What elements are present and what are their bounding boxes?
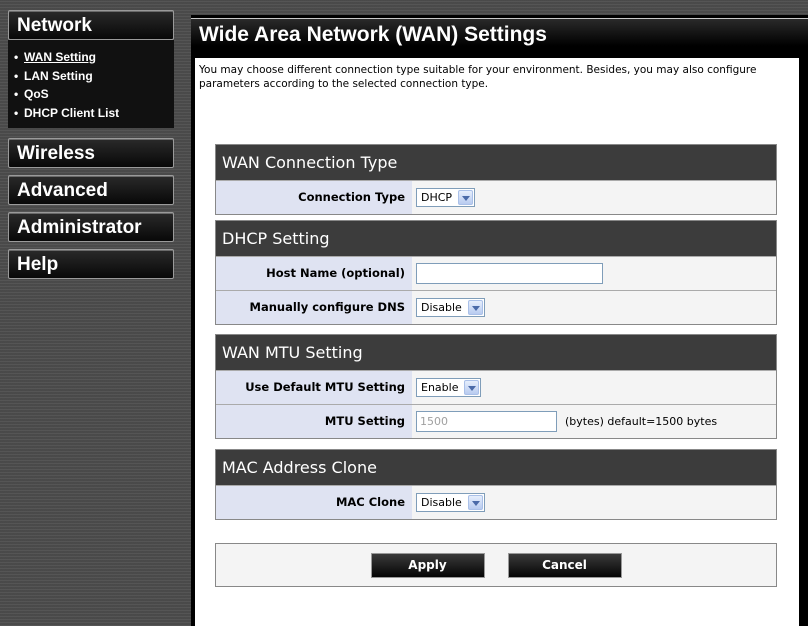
mtu-input[interactable] bbox=[416, 411, 557, 432]
content-area: You may choose different connection type… bbox=[195, 58, 799, 626]
page-title: Wide Area Network (WAN) Settings bbox=[191, 18, 808, 46]
mac-clone-section: MAC Address Clone MAC Clone Disable bbox=[215, 449, 777, 520]
field-label: Connection Type bbox=[216, 181, 412, 214]
bullet-icon: • bbox=[14, 50, 19, 64]
bullet-icon: • bbox=[14, 68, 19, 83]
network-submenu: • WAN Setting • LAN Setting • QoS • DHCP Cli… bbox=[8, 40, 174, 128]
connection-type-row: Connection Type DHCP bbox=[216, 180, 776, 214]
mtu-setting-row: MTU Setting (bytes) default=1500 bytes bbox=[216, 404, 776, 438]
field-label: MTU Setting bbox=[216, 405, 412, 438]
nav-administrator[interactable]: Administrator bbox=[8, 212, 174, 242]
submenu-item-dhcp-client-list[interactable]: • DHCP Client List bbox=[14, 104, 174, 123]
nav-wireless[interactable]: Wireless bbox=[8, 138, 174, 168]
section-heading: WAN MTU Setting bbox=[216, 335, 776, 370]
mtu-section: WAN MTU Setting Use Default MTU Setting … bbox=[215, 334, 777, 439]
mac-clone-row: MAC Clone Disable bbox=[216, 485, 776, 519]
chevron-down-icon bbox=[464, 380, 480, 395]
submenu-item-lan-setting[interactable]: • LAN Setting bbox=[14, 67, 174, 86]
connection-type-select[interactable]: DHCP bbox=[416, 188, 476, 207]
default-mtu-row: Use Default MTU Setting Enable bbox=[216, 370, 776, 404]
section-heading: DHCP Setting bbox=[216, 221, 776, 256]
cancel-button[interactable]: Cancel bbox=[507, 552, 622, 578]
mac-clone-select[interactable]: Disable bbox=[416, 493, 485, 512]
host-name-row: Host Name (optional) bbox=[216, 256, 776, 290]
section-heading: WAN Connection Type bbox=[216, 145, 776, 180]
dns-select[interactable]: Disable bbox=[416, 298, 485, 317]
field-label: Host Name (optional) bbox=[216, 257, 412, 290]
mtu-hint: (bytes) default=1500 bytes bbox=[565, 415, 718, 428]
default-mtu-select[interactable]: Enable bbox=[416, 378, 482, 397]
submenu-item-qos[interactable]: • QoS bbox=[14, 85, 174, 104]
field-label: MAC Clone bbox=[216, 486, 412, 519]
nav-network[interactable]: Network bbox=[8, 10, 174, 40]
field-label: Manually configure DNS bbox=[216, 291, 412, 324]
field-label: Use Default MTU Setting bbox=[216, 371, 412, 404]
submenu-item-wan-setting[interactable]: • WAN Setting bbox=[14, 48, 174, 67]
host-name-input[interactable] bbox=[416, 263, 603, 284]
action-buttons: Apply Cancel bbox=[215, 543, 777, 587]
nav-advanced[interactable]: Advanced bbox=[8, 175, 174, 205]
dns-row: Manually configure DNS Disable bbox=[216, 290, 776, 324]
nav-help[interactable]: Help bbox=[8, 249, 174, 279]
sidebar: Network • WAN Setting • LAN Setting • QoS •… bbox=[8, 10, 174, 286]
wan-connection-section: WAN Connection Type Connection Type DHCP bbox=[215, 144, 777, 215]
section-heading: MAC Address Clone bbox=[216, 450, 776, 485]
chevron-down-icon bbox=[458, 190, 474, 205]
bullet-icon: • bbox=[14, 87, 19, 101]
intro-text: You may choose different connection type… bbox=[199, 64, 757, 90]
chevron-down-icon bbox=[467, 495, 483, 510]
main-panel: Wide Area Network (WAN) Settings You may… bbox=[191, 15, 808, 626]
chevron-down-icon bbox=[467, 300, 483, 315]
dhcp-section: DHCP Setting Host Name (optional) Manual… bbox=[215, 220, 777, 325]
apply-button[interactable]: Apply bbox=[370, 552, 485, 578]
bullet-icon: • bbox=[14, 105, 19, 120]
